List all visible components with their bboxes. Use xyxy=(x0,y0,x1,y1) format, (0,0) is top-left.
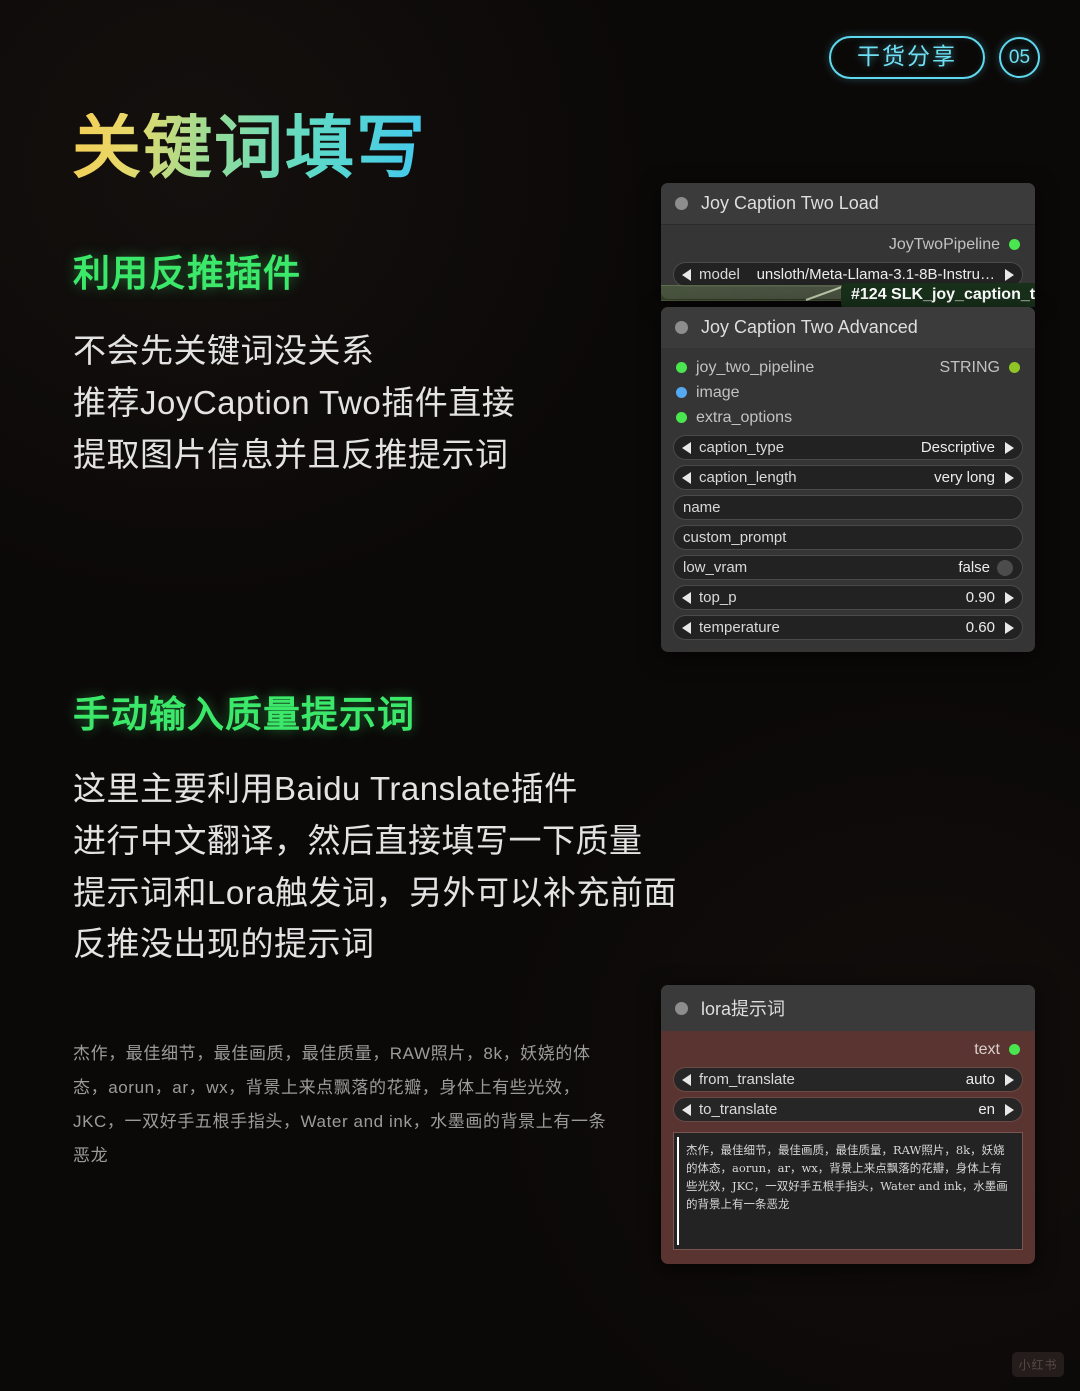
widget-label: top_p xyxy=(699,589,737,606)
page-number-badge: 05 xyxy=(999,37,1040,78)
collapse-icon[interactable] xyxy=(675,197,688,210)
arrow-left-icon[interactable] xyxy=(682,268,691,281)
arrow-left-icon[interactable] xyxy=(682,1103,691,1116)
widget-from-translate[interactable]: from_translate auto xyxy=(673,1067,1023,1092)
widget-custom-prompt[interactable]: custom_prompt xyxy=(673,525,1023,550)
widget-caption-length[interactable]: caption_length very long xyxy=(673,465,1023,490)
input-port-pipeline[interactable]: joy_two_pipeline xyxy=(676,359,814,377)
node-link-strip: #124 SLK_joy_caption_two xyxy=(661,283,1035,307)
widget-value[interactable]: auto xyxy=(966,1071,995,1088)
output-port-label: text xyxy=(974,1040,1000,1058)
widget-label: name xyxy=(683,499,721,516)
arrow-right-icon[interactable] xyxy=(1005,441,1014,454)
widget-label: to_translate xyxy=(699,1101,778,1118)
widget-caption-type[interactable]: caption_type Descriptive xyxy=(673,435,1023,460)
topbar: 干货分享 05 xyxy=(829,36,1040,79)
text-caret xyxy=(677,1137,679,1245)
input-port-label: joy_two_pipeline xyxy=(696,358,815,376)
output-port-text[interactable]: text xyxy=(974,1041,1020,1059)
section-body-1: 不会先关键词没关系 推荐JoyCaption Two插件直接 提取图片信息并且反… xyxy=(73,332,516,473)
node-joy-caption-two-load[interactable]: Joy Caption Two Load JoyTwoPipeline mode… xyxy=(661,183,1035,299)
input-port-row-image: image xyxy=(673,380,1023,405)
widget-value[interactable]: false xyxy=(958,559,990,576)
port-dot-icon[interactable] xyxy=(676,412,687,423)
output-port-string[interactable]: STRING xyxy=(940,359,1020,377)
node-title: Joy Caption Two Advanced xyxy=(701,317,918,337)
widget-name[interactable]: name xyxy=(673,495,1023,520)
prompt-textarea-value: 杰作，最佳细节，最佳画质，最佳质量，RAW照片，8k，妖娆的体态，aorun，a… xyxy=(686,1143,1008,1212)
node-lora-prompt[interactable]: lora提示词 text from_translate auto to_tran… xyxy=(661,985,1035,1264)
widget-label: custom_prompt xyxy=(683,529,787,546)
node-header[interactable]: Joy Caption Two Load xyxy=(661,183,1035,225)
node-body: joy_two_pipeline STRING image extra_opti… xyxy=(661,348,1035,652)
widget-label: caption_type xyxy=(699,439,785,456)
collapse-icon[interactable] xyxy=(675,321,688,334)
prompt-textarea[interactable]: 杰作，最佳细节，最佳画质，最佳质量，RAW照片，8k，妖娆的体态，aorun，a… xyxy=(673,1132,1023,1250)
arrow-right-icon[interactable] xyxy=(1005,1073,1014,1086)
arrow-left-icon[interactable] xyxy=(682,621,691,634)
page-title: 关键词填写 xyxy=(72,109,427,186)
input-port-label: extra_options xyxy=(696,408,793,426)
widget-value[interactable]: unsloth/Meta-Llama-3.1-8B-Instru… xyxy=(757,266,995,283)
output-port-label: STRING xyxy=(939,358,1000,376)
widget-label: low_vram xyxy=(683,559,748,576)
arrow-right-icon[interactable] xyxy=(1005,1103,1014,1116)
widget-label: from_translate xyxy=(699,1071,795,1088)
input-port-label: image xyxy=(696,383,740,401)
node-header[interactable]: Joy Caption Two Advanced xyxy=(661,307,1035,348)
output-port-label: JoyTwoPipeline xyxy=(888,235,1000,253)
port-dot-icon[interactable] xyxy=(676,387,687,398)
widget-value[interactable]: 0.90 xyxy=(966,589,995,606)
arrow-right-icon[interactable] xyxy=(1005,621,1014,634)
watermark: 小红书 xyxy=(1012,1352,1064,1377)
output-port-row: JoyTwoPipeline xyxy=(673,232,1023,257)
arrow-left-icon[interactable] xyxy=(682,1073,691,1086)
widget-temperature[interactable]: temperature 0.60 xyxy=(673,615,1023,640)
node-joy-caption-two-advanced[interactable]: Joy Caption Two Advanced joy_two_pipelin… xyxy=(661,307,1035,652)
arrow-right-icon[interactable] xyxy=(1005,591,1014,604)
port-dot-icon[interactable] xyxy=(1009,1044,1020,1055)
port-dot-icon[interactable] xyxy=(1009,239,1020,250)
node-tooltip: #124 SLK_joy_caption_two xyxy=(841,283,1035,307)
node-header[interactable]: lora提示词 xyxy=(661,985,1035,1031)
section-heading-1: 利用反推插件 xyxy=(73,253,301,294)
widget-low-vram[interactable]: low_vram false xyxy=(673,555,1023,580)
arrow-left-icon[interactable] xyxy=(682,471,691,484)
output-port-row-text: text xyxy=(673,1037,1023,1062)
toggle-icon[interactable] xyxy=(997,559,1013,576)
widget-value[interactable]: en xyxy=(978,1101,995,1118)
arrow-left-icon[interactable] xyxy=(682,441,691,454)
widget-to-translate[interactable]: to_translate en xyxy=(673,1097,1023,1122)
widget-value[interactable]: Descriptive xyxy=(921,439,995,456)
widget-value[interactable]: very long xyxy=(934,469,995,486)
widget-top-p[interactable]: top_p 0.90 xyxy=(673,585,1023,610)
input-port-image[interactable]: image xyxy=(676,384,740,402)
node-title: Joy Caption Two Load xyxy=(701,193,879,213)
node-body: text from_translate auto to_translate en… xyxy=(661,1031,1035,1264)
input-port-extra-options[interactable]: extra_options xyxy=(676,409,792,427)
port-dot-icon[interactable] xyxy=(676,362,687,373)
collapse-icon[interactable] xyxy=(675,1001,688,1015)
widget-label: caption_length xyxy=(699,469,797,486)
section-heading-2: 手动输入质量提示词 xyxy=(73,694,415,735)
widget-label: model xyxy=(699,266,740,283)
node-title: lora提示词 xyxy=(701,999,786,1019)
widget-label: temperature xyxy=(699,619,780,636)
arrow-right-icon[interactable] xyxy=(1005,268,1014,281)
arrow-right-icon[interactable] xyxy=(1005,471,1014,484)
arrow-left-icon[interactable] xyxy=(682,591,691,604)
input-port-row-pipeline: joy_two_pipeline STRING xyxy=(673,355,1023,380)
topic-badge: 干货分享 xyxy=(829,36,985,79)
port-dot-icon[interactable] xyxy=(1009,362,1020,373)
input-port-row-extra-options: extra_options xyxy=(673,405,1023,430)
prompt-note-text: 杰作，最佳细节，最佳画质，最佳质量，RAW照片，8k，妖娆的体态，aorun，a… xyxy=(73,1044,607,1165)
widget-value[interactable]: 0.60 xyxy=(966,619,995,636)
output-port[interactable]: JoyTwoPipeline xyxy=(889,236,1020,254)
section-body-2: 这里主要利用Baidu Translate插件 进行中文翻译，然后直接填写一下质… xyxy=(73,770,678,963)
